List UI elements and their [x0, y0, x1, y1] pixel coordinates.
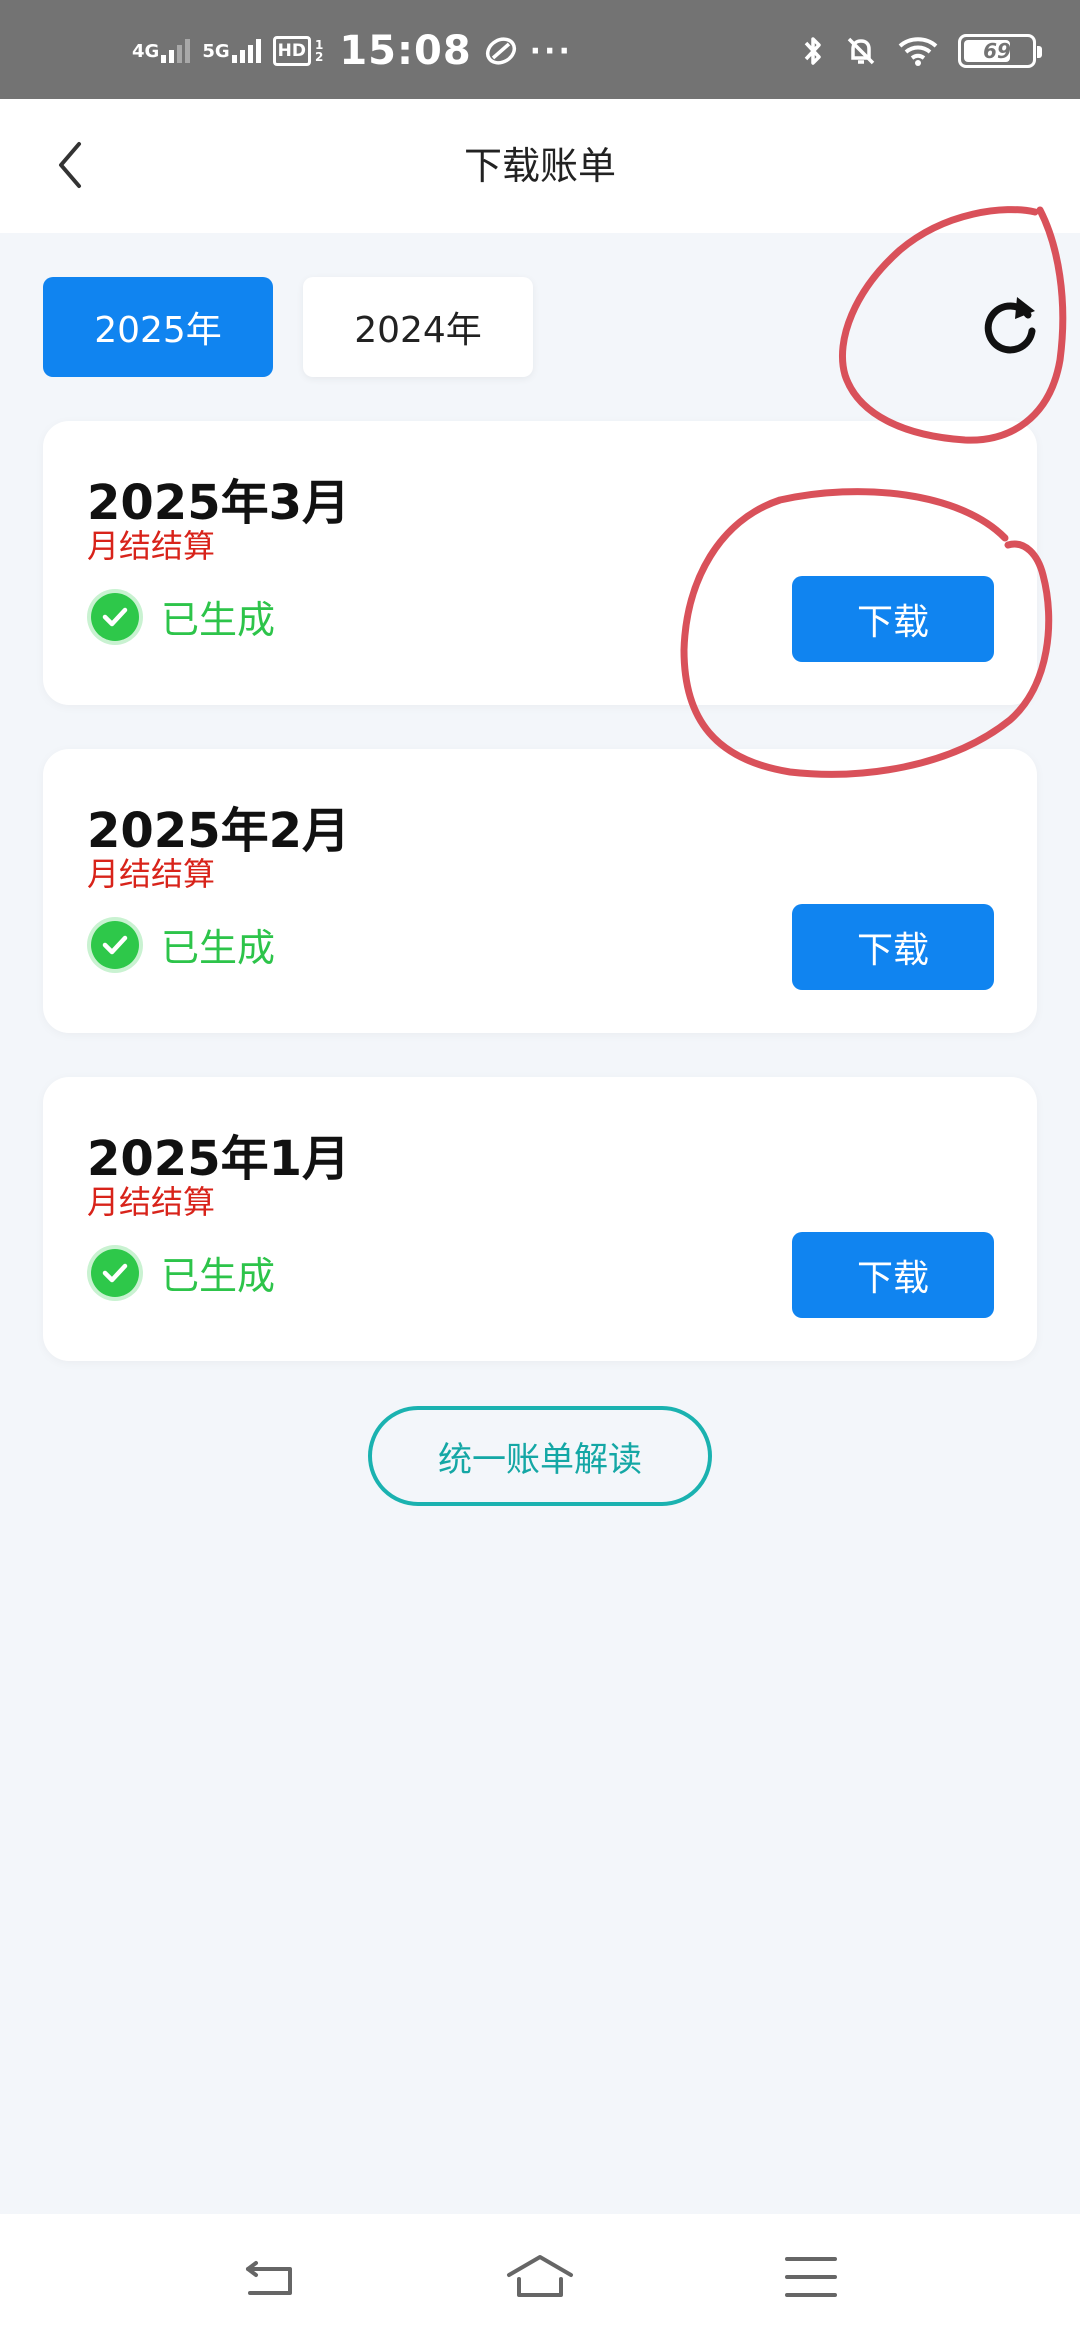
- nav-menu-button[interactable]: [776, 2244, 846, 2310]
- back-button[interactable]: [40, 135, 100, 195]
- chevron-left-icon: [59, 142, 81, 188]
- network-4g-indicator: 4G: [132, 39, 191, 63]
- bill-card: 2025年2月 月结结算 已生成 下载: [43, 749, 1037, 1033]
- bill-status: 已生成: [91, 589, 275, 644]
- check-circle-icon: [91, 920, 139, 969]
- status-text: 已生成: [161, 598, 276, 642]
- bill-card: 2025年3月 月结结算 已生成 下载: [43, 421, 1037, 705]
- check-circle-icon: [91, 592, 139, 641]
- menu-nav-icon: [785, 2257, 837, 2297]
- network-5g-indicator: 5G: [202, 39, 261, 63]
- nav-home-button[interactable]: [505, 2244, 575, 2310]
- download-button[interactable]: 下载: [792, 1232, 994, 1318]
- back-nav-icon: [246, 2261, 292, 2295]
- download-button[interactable]: 下载: [792, 904, 994, 990]
- bill-card: 2025年1月 月结结算 已生成 下载: [43, 1077, 1037, 1361]
- refresh-button[interactable]: [972, 286, 1048, 362]
- home-nav-icon: [507, 2255, 573, 2297]
- battery-icon: 69: [958, 34, 1042, 68]
- nav-back-button[interactable]: [235, 2244, 305, 2310]
- bill-list: 2025年3月 月结结算 已生成 下载 2025年2月 月结结算 已生成 下载 …: [43, 421, 1037, 1405]
- bill-type: 月结结算: [87, 855, 216, 893]
- check-circle-icon: [91, 1248, 139, 1297]
- status-left: 4G 5G HD 1 2 15:08 ···: [132, 26, 573, 76]
- status-bar: 4G 5G HD 1 2 15:08 ··· 69: [0, 0, 1080, 99]
- signal-bars-icon: [161, 39, 191, 63]
- year-tab-2025[interactable]: 2025年: [43, 277, 273, 377]
- signal-bars-icon: [231, 39, 261, 63]
- page-title: 下载账单: [463, 144, 616, 188]
- refresh-icon: [984, 297, 1036, 354]
- status-text: 已生成: [161, 1254, 276, 1298]
- status-right: 69: [802, 26, 1042, 76]
- wechat-icon: [485, 37, 516, 65]
- bill-status: 已生成: [91, 917, 275, 972]
- download-button[interactable]: 下载: [792, 576, 994, 662]
- year-tab-2024[interactable]: 2024年: [303, 277, 533, 377]
- status-text: 已生成: [161, 926, 276, 970]
- more-notifications-icon: ···: [529, 33, 573, 69]
- bill-type: 月结结算: [87, 527, 216, 565]
- wifi-icon: [898, 37, 938, 66]
- hd-sub-label: 1 2: [314, 38, 324, 64]
- bill-status: 已生成: [91, 1245, 275, 1300]
- bluetooth-icon: [804, 37, 821, 65]
- bill-type: 月结结算: [87, 1183, 216, 1221]
- mute-bell-icon: [847, 37, 875, 65]
- status-time: 15:08: [339, 28, 472, 74]
- hd-voice-icon: HD: [272, 36, 311, 66]
- bill-explanation-button[interactable]: 统一账单解读: [368, 1406, 712, 1506]
- system-nav-bar: [0, 2214, 1080, 2340]
- header: 下载账单: [0, 99, 1080, 233]
